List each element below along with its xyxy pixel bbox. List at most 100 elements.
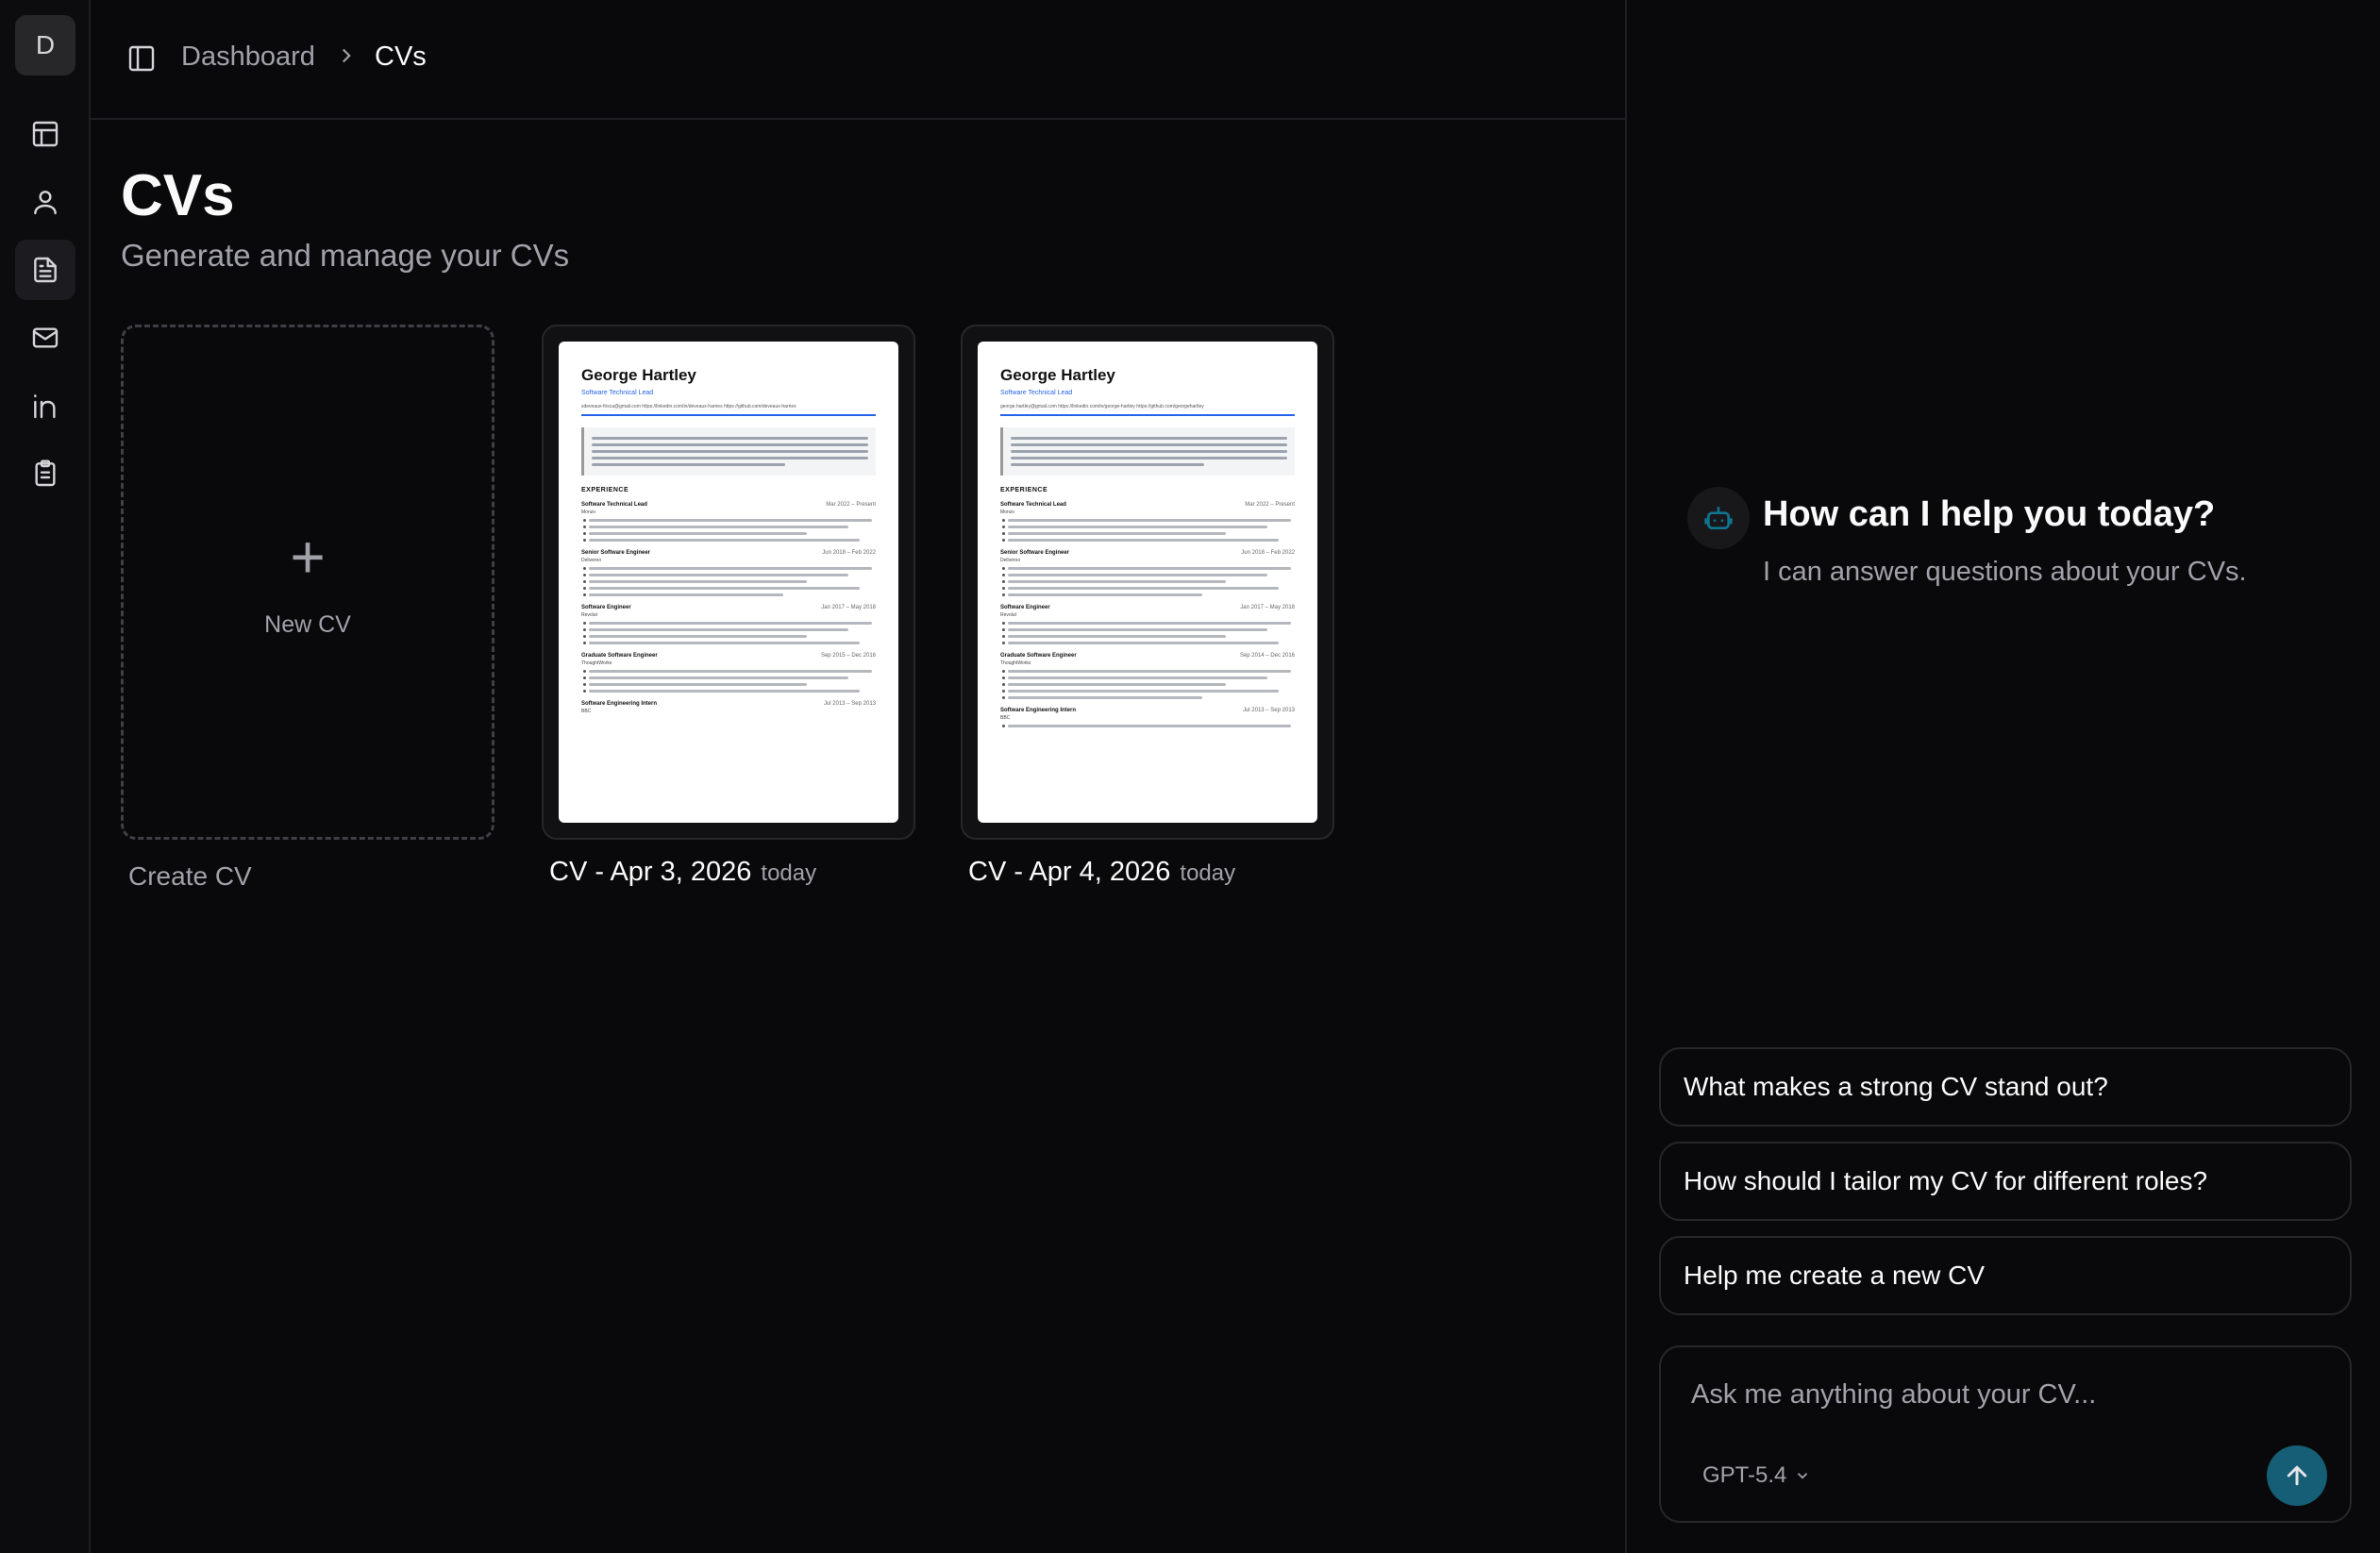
app-root: D Dashboard CVs CVs Generate and manage … (0, 0, 2380, 1553)
chevron-right-icon (334, 43, 359, 68)
cv-preview-bullet (583, 526, 848, 528)
user-icon (34, 191, 57, 215)
cv-preview-job: Software Technical Lead Mar 2022 – Presen… (1000, 502, 1295, 542)
cv-preview-job-title: Software Engineer (1000, 605, 1050, 610)
cv-preview-bullet (1002, 628, 1267, 631)
cv-preview-bullet (1002, 519, 1291, 522)
cv-preview-job-title: Software Engineer (581, 605, 631, 610)
cv-preview-thumbnail: George Hartley Software Technical Lead sde… (559, 342, 898, 823)
breadcrumb-current: CVs (375, 42, 427, 72)
cv-preview-bullet (583, 622, 872, 625)
cv-preview-job: Software Engineer Jan 2017 – May 2018 Revo… (1000, 605, 1295, 644)
cv-preview-contact: george.hartley@gmail.com https://linkedi… (1000, 404, 1204, 409)
document-icon (34, 257, 57, 283)
suggestion-button[interactable]: What makes a strong CV stand out? (1659, 1047, 2352, 1127)
cv-preview-company: Monzo (1000, 509, 1015, 515)
cv-preview-bullet (1002, 696, 1202, 699)
chevron-down-icon (1798, 1473, 1808, 1479)
cv-preview-job-dates: Jun 2018 – Feb 2022 (822, 550, 876, 556)
cv-preview-company: Revolut (1000, 612, 1016, 618)
cv-preview-job-title: Software Engineering Intern (581, 701, 658, 707)
cv-preview-company: Revolut (581, 612, 597, 618)
sidebar-panel-icon (128, 45, 155, 72)
cv-preview-job: Graduate Software Engineer Sep 2015 – Dec… (581, 653, 876, 693)
suggestion-button[interactable]: How should I tailor my CV for different … (1659, 1142, 2352, 1221)
cv-preview-bullet (1002, 683, 1226, 686)
cv-preview-company: BBC (581, 709, 592, 714)
cv-preview-job-dates: Jun 2018 – Feb 2022 (1241, 550, 1295, 556)
chat-input[interactable] (1691, 1376, 2314, 1413)
cv-title-text: CV - Apr 3, 2026 (549, 857, 752, 887)
cv-preview-job-title: Senior Software Engineer (581, 550, 651, 556)
suggestion-button[interactable]: Help me create a new CV (1659, 1236, 2352, 1315)
clipboard-icon (35, 459, 56, 487)
cv-preview-job-dates: Jan 2017 – May 2018 (821, 605, 876, 610)
cv-preview-bullet (1002, 580, 1226, 583)
cv-preview-bullet (1001, 690, 1280, 693)
cv-preview-bullet (583, 635, 807, 638)
nav-cvs[interactable] (15, 240, 75, 300)
cv-preview-job-title: Graduate Software Engineer (1000, 653, 1077, 659)
cv-card[interactable]: George Hartley Software Technical Lead geo… (961, 325, 1334, 840)
cv-preview-company: Monzo (581, 509, 596, 515)
cv-preview-contact: sdeveaux-frisca@gmail.com https://linked… (581, 404, 796, 409)
arrow-up-icon (2287, 1465, 2307, 1486)
cv-preview-job: Senior Software Engineer Jun 2018 – Feb 2… (581, 550, 876, 596)
nav-mail[interactable] (15, 308, 75, 368)
cv-preview-company: BBC (1000, 715, 1011, 721)
cv-preview-job: Software Technical Lead Mar 2022 – Presen… (581, 502, 876, 542)
chat-composer: GPT-5.4 (1659, 1345, 2352, 1523)
cv-preview-job: Senior Software Engineer Jun 2018 – Feb 2… (1000, 550, 1295, 596)
nav-profile[interactable] (15, 172, 75, 232)
user-avatar[interactable]: D (15, 15, 75, 75)
cv-title[interactable]: CV - Apr 4, 2026 today (968, 857, 1235, 888)
nav-linkedin[interactable] (15, 376, 75, 436)
assistant-panel: How can I help you today? I can answer q… (1627, 0, 2380, 1553)
model-selector[interactable]: GPT-5.4 (1702, 1462, 1811, 1489)
assistant-subtitle: I can answer questions about your CVs. (1763, 557, 2247, 587)
cv-preview-bullet (582, 642, 861, 644)
cv-preview-bullet (1002, 670, 1291, 673)
divider (1000, 414, 1295, 416)
new-cv-card[interactable]: + New CV (121, 325, 494, 840)
cv-preview-name: George Hartley (1000, 366, 1115, 384)
cv-preview-section-heading: EXPERIENCE (581, 487, 629, 493)
cv-preview-job-title: Senior Software Engineer (1000, 550, 1070, 556)
cv-preview-company: ThoughtWorks (1000, 660, 1031, 666)
assistant-title: How can I help you today? (1763, 494, 2216, 534)
cv-preview-job-dates: Jul 2013 – Sep 2013 (1242, 708, 1295, 713)
main-content: Dashboard CVs CVs Generate and manage yo… (91, 0, 1627, 1553)
cv-preview-thumbnail: George Hartley Software Technical Lead geo… (978, 342, 1317, 823)
cv-preview-bullet (1002, 593, 1202, 596)
cv-preview-summary (1000, 427, 1295, 476)
cv-preview-role: Software Technical Lead (1000, 390, 1073, 396)
cv-preview-bullet (583, 580, 807, 583)
cv-preview-bullet (583, 574, 848, 576)
linkedin-icon (34, 394, 56, 419)
cv-preview-job-dates: Sep 2014 – Dec 2016 (1239, 653, 1295, 659)
mail-icon (32, 327, 59, 348)
breadcrumb-dashboard-link[interactable]: Dashboard (181, 42, 315, 73)
cv-preview-job-dates: Sep 2015 – Dec 2016 (820, 653, 876, 659)
cv-preview-bullet (583, 593, 783, 596)
cv-preview-summary (581, 427, 876, 476)
send-button[interactable] (2267, 1445, 2327, 1506)
cv-preview-bullet (1001, 587, 1280, 590)
cv-preview-company: ThoughtWorks (581, 660, 612, 666)
cv-preview-job-dates: Jul 2013 – Sep 2013 (823, 701, 876, 707)
cv-preview-job: Software Engineering Intern Jul 2013 – Se… (581, 701, 876, 714)
nav-applications[interactable] (15, 443, 75, 504)
sidebar-toggle-button[interactable] (125, 42, 159, 75)
cv-preview-name: George Hartley (581, 366, 696, 384)
nav-dashboard[interactable] (15, 104, 75, 164)
divider (581, 414, 876, 416)
cv-preview-bullet (582, 587, 861, 590)
cv-preview-bullet (1002, 574, 1267, 576)
bot-icon (1687, 487, 1750, 549)
cv-preview-bullet (582, 539, 861, 542)
cv-preview-bullet (1002, 676, 1267, 679)
cv-title[interactable]: CV - Apr 3, 2026 today (549, 857, 816, 888)
cv-card[interactable]: George Hartley Software Technical Lead sde… (542, 325, 915, 840)
page-subtitle: Generate and manage your CVs (121, 238, 570, 273)
cv-updated-time: today (761, 860, 817, 886)
